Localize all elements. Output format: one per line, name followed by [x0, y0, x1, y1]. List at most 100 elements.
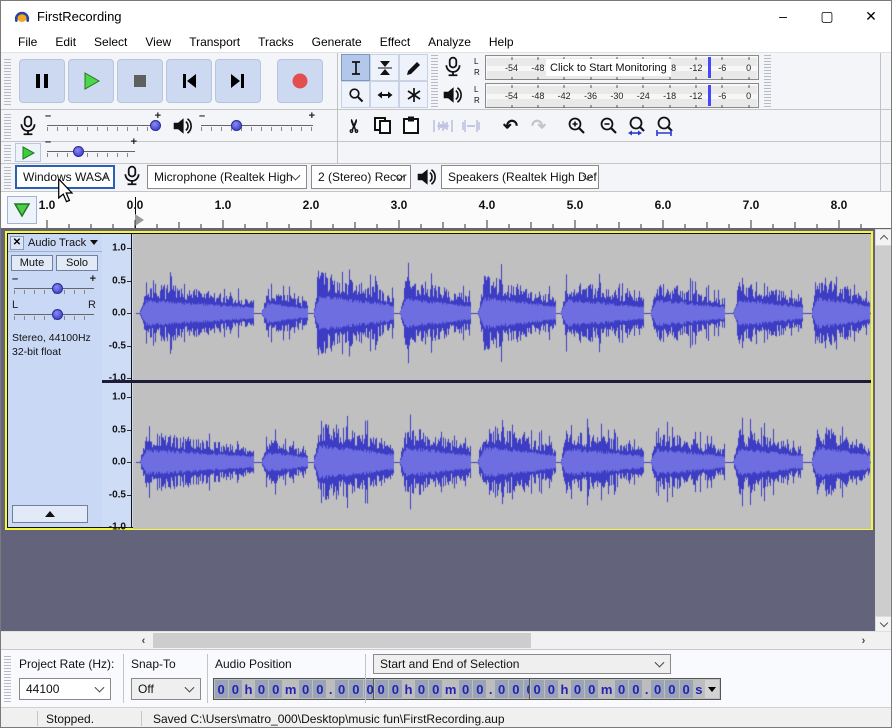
draw-tool-button[interactable]	[399, 54, 428, 81]
zoom-out-button[interactable]	[595, 112, 622, 139]
track-collapse-button[interactable]	[12, 505, 88, 523]
play-at-speed-button[interactable]	[15, 143, 41, 162]
audio-track[interactable]: ✕ Audio Track Mute Solo –+ LR Stereo, 44…	[7, 233, 871, 528]
timefield-dropdown-arrow[interactable]	[705, 680, 719, 698]
audacity-logo-icon	[13, 7, 31, 25]
menu-select[interactable]: Select	[85, 33, 136, 51]
menu-bar: FileEditSelectViewTransportTracksGenerat…	[1, 31, 892, 53]
recording-meter[interactable]: -54-48-42-36-30-24-18-12-60Click to Star…	[485, 55, 759, 80]
fit-project-button[interactable]	[651, 112, 678, 139]
timeline-ruler[interactable]: 1.00.01.02.03.04.05.06.07.08.0	[1, 191, 892, 229]
pinned-playhead-icon	[13, 202, 31, 218]
paste-button[interactable]	[397, 112, 424, 139]
track-pan-thumb[interactable]	[52, 309, 63, 320]
skip-to-start-button[interactable]	[166, 59, 212, 103]
silence-selection-button[interactable]	[457, 112, 484, 139]
copy-button[interactable]	[369, 112, 396, 139]
envelope-tool-button[interactable]	[370, 54, 399, 81]
track-control-panel[interactable]: ✕ Audio Track Mute Solo –+ LR Stereo, 44…	[8, 234, 102, 527]
meter-db-label: -48	[531, 63, 544, 73]
audio-host-select[interactable]: Windows WASA	[15, 165, 115, 189]
track-close-button[interactable]: ✕	[10, 236, 24, 250]
multi-tool-button[interactable]	[399, 81, 428, 108]
selection-end-field[interactable]: 00h00m00.000s	[529, 678, 721, 700]
horizontal-scroll-thumb[interactable]	[153, 633, 531, 648]
window-title: FirstRecording	[37, 9, 122, 24]
ruler-time-label: 0.0	[127, 198, 144, 212]
menu-effect[interactable]: Effect	[371, 33, 419, 51]
track-gain-slider[interactable]: –+	[14, 282, 94, 296]
device-toolbar-grip[interactable]	[4, 167, 11, 189]
monitoring-overlay[interactable]: Click to Start Monitoring	[546, 59, 671, 76]
scale-label: 0.0	[112, 308, 126, 319]
transport-toolbar-grip[interactable]	[4, 57, 11, 105]
stop-button[interactable]	[117, 59, 163, 103]
playback-meter[interactable]: -54-48-42-36-30-24-18-12-60	[485, 83, 759, 108]
scroll-left-button[interactable]: ‹	[135, 633, 152, 648]
project-rate-select[interactable]: 44100	[19, 678, 111, 700]
track-menu-icon[interactable]	[90, 240, 98, 245]
status-bar: Stopped. Saved C:\Users\matro_000\Deskto…	[1, 707, 892, 728]
skip-to-end-button[interactable]	[215, 59, 261, 103]
meter-end-grip[interactable]	[764, 55, 771, 107]
pinned-playhead-toggle[interactable]	[7, 196, 37, 224]
mixer-toolbar-grip[interactable]	[4, 113, 11, 139]
recording-channels-select[interactable]: 2 (Stereo) Recor	[311, 165, 411, 189]
scroll-right-button[interactable]: ›	[855, 633, 872, 648]
waveform-right-channel[interactable]	[133, 383, 871, 529]
menu-transport[interactable]: Transport	[180, 33, 249, 51]
menu-help[interactable]: Help	[480, 33, 523, 51]
meter-toolbar-grip[interactable]	[431, 55, 438, 107]
recording-volume-thumb[interactable]	[150, 120, 161, 131]
record-meter-left-label: L	[474, 58, 478, 66]
undo-button[interactable]: ↶	[497, 112, 524, 139]
mute-button[interactable]: Mute	[11, 255, 53, 271]
track-pan-slider[interactable]: LR	[14, 308, 94, 322]
scroll-up-button[interactable]	[875, 229, 892, 246]
selection-tool-button[interactable]	[341, 54, 370, 81]
undo-icon: ↶	[503, 117, 518, 135]
selection-mode-select[interactable]: Start and End of Selection	[373, 654, 671, 674]
solo-button[interactable]: Solo	[56, 255, 98, 271]
menu-edit[interactable]: Edit	[46, 33, 85, 51]
track-area[interactable]: ✕ Audio Track Mute Solo –+ LR Stereo, 44…	[1, 229, 875, 631]
maximize-button[interactable]: ▢	[805, 1, 849, 31]
trim-outside-selection-button[interactable]	[429, 112, 456, 139]
waveform-left-channel[interactable]	[133, 234, 871, 380]
track-name-label[interactable]: Audio Track	[28, 237, 86, 249]
selection-toolbar-grip[interactable]	[4, 656, 11, 702]
scale-label: -0.5	[109, 340, 126, 351]
cut-button[interactable]: ✂	[341, 112, 368, 139]
scale-label: 1.0	[112, 392, 126, 403]
zoom-tool-button[interactable]	[341, 81, 370, 108]
track-gain-thumb[interactable]	[52, 283, 63, 294]
play-meter-speaker-icon[interactable]	[441, 84, 464, 106]
playback-volume-slider[interactable]: –+	[201, 119, 313, 133]
playback-device-select[interactable]: Speakers (Realtek High Def	[441, 165, 599, 189]
magnifier-icon	[348, 87, 364, 103]
horizontal-scrollbar[interactable]: ‹ ›	[1, 631, 892, 649]
menu-tracks[interactable]: Tracks	[249, 33, 303, 51]
play-speed-slider[interactable]: –+	[47, 145, 135, 159]
timeshift-tool-button[interactable]	[370, 81, 399, 108]
close-button[interactable]: ✕	[849, 1, 892, 31]
title-bar[interactable]: FirstRecording – ▢ ✕	[1, 1, 892, 31]
play-button[interactable]	[68, 59, 114, 103]
menu-view[interactable]: View	[136, 33, 180, 51]
vertical-scrollbar[interactable]	[875, 229, 892, 633]
fit-selection-button[interactable]	[623, 112, 650, 139]
menu-generate[interactable]: Generate	[303, 33, 371, 51]
recording-device-select[interactable]: Microphone (Realtek High	[147, 165, 307, 189]
pause-button[interactable]	[19, 59, 65, 103]
menu-analyze[interactable]: Analyze	[419, 33, 480, 51]
menu-file[interactable]: File	[9, 33, 46, 51]
snap-to-select[interactable]: Off	[131, 678, 201, 700]
record-button[interactable]	[277, 59, 323, 103]
zoom-in-button[interactable]	[563, 112, 590, 139]
minimize-button[interactable]: –	[761, 1, 805, 31]
playspeed-toolbar-grip[interactable]	[4, 145, 11, 161]
redo-button[interactable]: ↷	[525, 112, 552, 139]
play-position-marker[interactable]	[135, 214, 144, 226]
recording-volume-slider[interactable]: –+	[47, 119, 159, 133]
record-meter-mic-icon[interactable]	[442, 56, 464, 79]
